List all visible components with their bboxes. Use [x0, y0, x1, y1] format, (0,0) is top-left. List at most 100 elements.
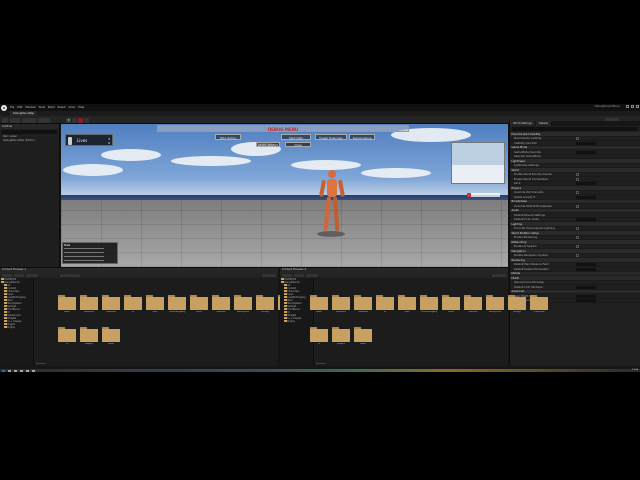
folder-tile[interactable]: Fx	[124, 295, 142, 313]
property-value-field[interactable]	[576, 263, 596, 267]
import-button[interactable]	[14, 273, 24, 277]
stop-button[interactable]	[78, 117, 83, 123]
folder-tile[interactable]: Levels	[190, 295, 208, 313]
folder-tile[interactable]: ThirdPerson	[530, 295, 548, 313]
outliner-row[interactable]: DebugMenuMap (Editor)	[0, 139, 59, 143]
maximize-icon[interactable]	[631, 105, 634, 108]
folder-tile[interactable]: Input	[398, 295, 416, 313]
property-value-field[interactable]	[576, 285, 596, 289]
folder-tile[interactable]: Characters	[354, 295, 372, 313]
close-icon[interactable]	[636, 105, 639, 108]
property-checkbox[interactable]	[576, 204, 579, 208]
folder-tile[interactable]: Levels	[442, 295, 460, 313]
add-button[interactable]	[282, 273, 292, 277]
folder-tree-item[interactable]: Engine	[280, 320, 313, 323]
folder-tile[interactable]: MenuSystem	[486, 295, 504, 313]
blueprint-button[interactable]	[38, 117, 50, 123]
property-checkbox[interactable]	[576, 191, 579, 195]
property-checkbox[interactable]	[576, 227, 579, 231]
debug-menu-button[interactable]: Toggle Fullscreen	[315, 134, 347, 140]
property-checkbox[interactable]	[576, 173, 579, 177]
close-menu-button[interactable]: Close	[285, 142, 311, 147]
play-button[interactable]	[66, 117, 71, 123]
import-button[interactable]	[294, 273, 304, 277]
settings-button[interactable]	[262, 273, 276, 277]
eject-icon[interactable]	[84, 117, 89, 123]
property-value-field[interactable]	[576, 294, 596, 298]
folder-tile[interactable]: Input	[146, 295, 164, 313]
menu-item-window[interactable]: Window	[25, 106, 35, 109]
debug-menu-button[interactable]: Tab1 Option	[215, 134, 241, 140]
add-content-button[interactable]	[22, 117, 36, 123]
property-checkbox[interactable]	[576, 254, 579, 258]
folder-tile[interactable]: Materials	[212, 295, 230, 313]
folder-tile[interactable]: Blueprints	[332, 295, 350, 313]
folder-tile[interactable]: UI	[58, 327, 76, 345]
taskbar-app-icon[interactable]	[14, 369, 17, 372]
menu-item-build[interactable]: Build	[48, 106, 55, 109]
menu-item-edit[interactable]: Edit	[17, 106, 22, 109]
mode-select-button[interactable]	[10, 117, 20, 123]
start-icon[interactable]	[2, 369, 5, 372]
stats-overlay: Stats	[62, 242, 118, 264]
property-checkbox[interactable]	[576, 137, 579, 141]
save-icon[interactable]	[2, 117, 8, 123]
folder-tile[interactable]: Audio	[310, 295, 328, 313]
menu-item-actor[interactable]: Actor	[69, 106, 76, 109]
menu-item-tools[interactable]: Tools	[39, 106, 45, 109]
search-icon[interactable]	[8, 369, 11, 372]
property-checkbox[interactable]	[576, 245, 579, 249]
property-value-field[interactable]	[576, 299, 596, 303]
folder-tile[interactable]: Materials	[464, 295, 482, 313]
folder-tree-item[interactable]: Engine	[0, 326, 33, 329]
folder-tile[interactable]: MenuSystem	[234, 295, 252, 313]
minimize-icon[interactable]	[626, 105, 629, 108]
property-label: Lightmass	[511, 159, 525, 163]
engine-logo-icon[interactable]: U	[1, 104, 7, 111]
debug-menu-button[interactable]: Tab2 Opts	[281, 134, 311, 140]
folder-tile[interactable]: Widgets	[332, 327, 350, 345]
property-label: GameMode Override	[514, 150, 541, 154]
details-search-input[interactable]	[512, 127, 638, 131]
property-value-field[interactable]	[576, 182, 596, 186]
save-all-button[interactable]	[26, 273, 38, 277]
debug-menu-button[interactable]: Toggle Debug	[349, 134, 375, 140]
menu-item-select[interactable]: Select	[58, 106, 66, 109]
folder-tile[interactable]: Blueprints	[80, 295, 98, 313]
property-checkbox[interactable]	[576, 177, 579, 181]
path-breadcrumb[interactable]	[60, 273, 80, 277]
folder-tile[interactable]: Editor	[102, 327, 120, 345]
folder-tile[interactable]: Settings	[508, 295, 526, 313]
folder-tile[interactable]: UI	[310, 327, 328, 345]
folder-tile[interactable]: Fx	[376, 295, 394, 313]
level-viewport[interactable]: Lives 30 DEBUG MENU Tab1 Option Tab2 Opt…	[61, 124, 508, 267]
mannequin-character[interactable]	[316, 168, 346, 238]
outliner-search-input[interactable]	[2, 130, 57, 134]
level-select-button[interactable]: LEVEL SELECT	[256, 142, 280, 147]
menu-item-help[interactable]: Help	[78, 106, 84, 109]
settings-button[interactable]	[492, 273, 506, 277]
property-value-field[interactable]	[576, 150, 596, 154]
folder-tile[interactable]: Audio	[58, 295, 76, 313]
folder-tile[interactable]: Settings	[256, 295, 274, 313]
save-all-button[interactable]	[306, 273, 318, 277]
add-button[interactable]	[2, 273, 12, 277]
property-value-field[interactable]	[576, 218, 596, 222]
property-value-field[interactable]	[576, 195, 596, 199]
property-value-field[interactable]	[576, 141, 596, 145]
folder-tile[interactable]: Characters	[102, 295, 120, 313]
folder-icon	[354, 329, 372, 342]
folder-tile[interactable]: LevelPrototyping	[420, 295, 438, 313]
tab-world-settings[interactable]: World Settings	[510, 121, 535, 126]
taskbar-app-icon[interactable]	[20, 369, 23, 372]
property-value-field[interactable]	[576, 267, 596, 271]
folder-tile[interactable]: Editor	[354, 327, 372, 345]
tab-details[interactable]: Details	[535, 121, 551, 126]
folder-tile[interactable]: LevelPrototyping	[168, 295, 186, 313]
pause-icon[interactable]	[72, 117, 77, 123]
property-checkbox[interactable]	[576, 236, 579, 240]
taskbar-app-icon[interactable]	[32, 369, 35, 372]
folder-tile[interactable]: Widgets	[80, 327, 98, 345]
taskbar-app-icon[interactable]	[26, 369, 29, 372]
menu-item-file[interactable]: File	[10, 106, 14, 109]
